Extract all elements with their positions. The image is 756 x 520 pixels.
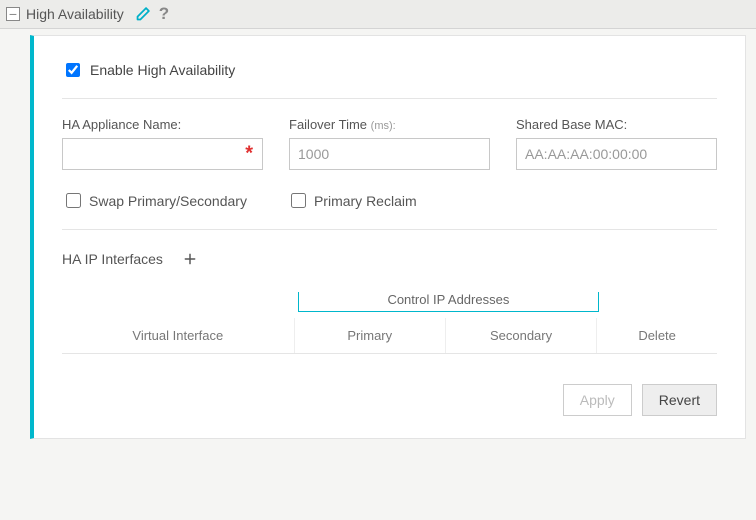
shared-mac-input[interactable] — [516, 138, 717, 170]
edit-icon[interactable] — [134, 6, 151, 23]
control-ip-group-label: Control IP Addresses — [298, 292, 600, 312]
shared-mac-label: Shared Base MAC: — [516, 117, 717, 132]
failover-time-label: Failover Time (ms): — [289, 117, 490, 132]
reclaim-label: Primary Reclaim — [314, 193, 417, 209]
reclaim-checkbox[interactable] — [291, 193, 306, 208]
interfaces-title: HA IP Interfaces — [62, 251, 163, 267]
col-delete: Delete — [597, 318, 717, 353]
config-panel: Enable High Availability HA Appliance Na… — [30, 35, 746, 439]
section-header: − High Availability ? — [0, 0, 756, 29]
swap-checkbox[interactable] — [66, 193, 81, 208]
options-row: Swap Primary/Secondary Primary Reclaim — [62, 190, 717, 211]
interfaces-table: Control IP Addresses Virtual Interface P… — [62, 288, 717, 354]
col-virtual-interface: Virtual Interface — [62, 318, 295, 353]
enable-ha-checkbox[interactable] — [66, 63, 80, 77]
revert-button[interactable]: Revert — [642, 384, 717, 416]
appliance-name-label: HA Appliance Name: — [62, 117, 263, 132]
add-interface-button[interactable] — [179, 248, 201, 270]
swap-option[interactable]: Swap Primary/Secondary — [62, 190, 247, 211]
section-title: High Availability — [26, 6, 124, 22]
fields-row: HA Appliance Name: * Failover Time (ms):… — [62, 117, 717, 170]
apply-button[interactable]: Apply — [563, 384, 632, 416]
interfaces-header: HA IP Interfaces — [62, 248, 717, 270]
failover-time-input[interactable] — [289, 138, 490, 170]
divider — [62, 229, 717, 230]
table-group-header: Control IP Addresses — [62, 288, 717, 308]
appliance-name-input[interactable] — [62, 138, 263, 170]
enable-ha-row[interactable]: Enable High Availability — [62, 60, 717, 80]
help-icon[interactable]: ? — [159, 4, 169, 24]
divider — [62, 98, 717, 99]
table-columns: Virtual Interface Primary Secondary Dele… — [62, 318, 717, 354]
failover-time-field: Failover Time (ms): — [289, 117, 490, 170]
col-primary: Primary — [295, 318, 446, 353]
collapse-icon[interactable]: − — [6, 7, 20, 21]
swap-label: Swap Primary/Secondary — [89, 193, 247, 209]
enable-ha-label: Enable High Availability — [90, 62, 235, 78]
action-bar: Apply Revert — [62, 384, 717, 416]
appliance-name-field: HA Appliance Name: * — [62, 117, 263, 170]
shared-mac-field: Shared Base MAC: — [516, 117, 717, 170]
reclaim-option[interactable]: Primary Reclaim — [287, 190, 417, 211]
col-secondary: Secondary — [446, 318, 597, 353]
